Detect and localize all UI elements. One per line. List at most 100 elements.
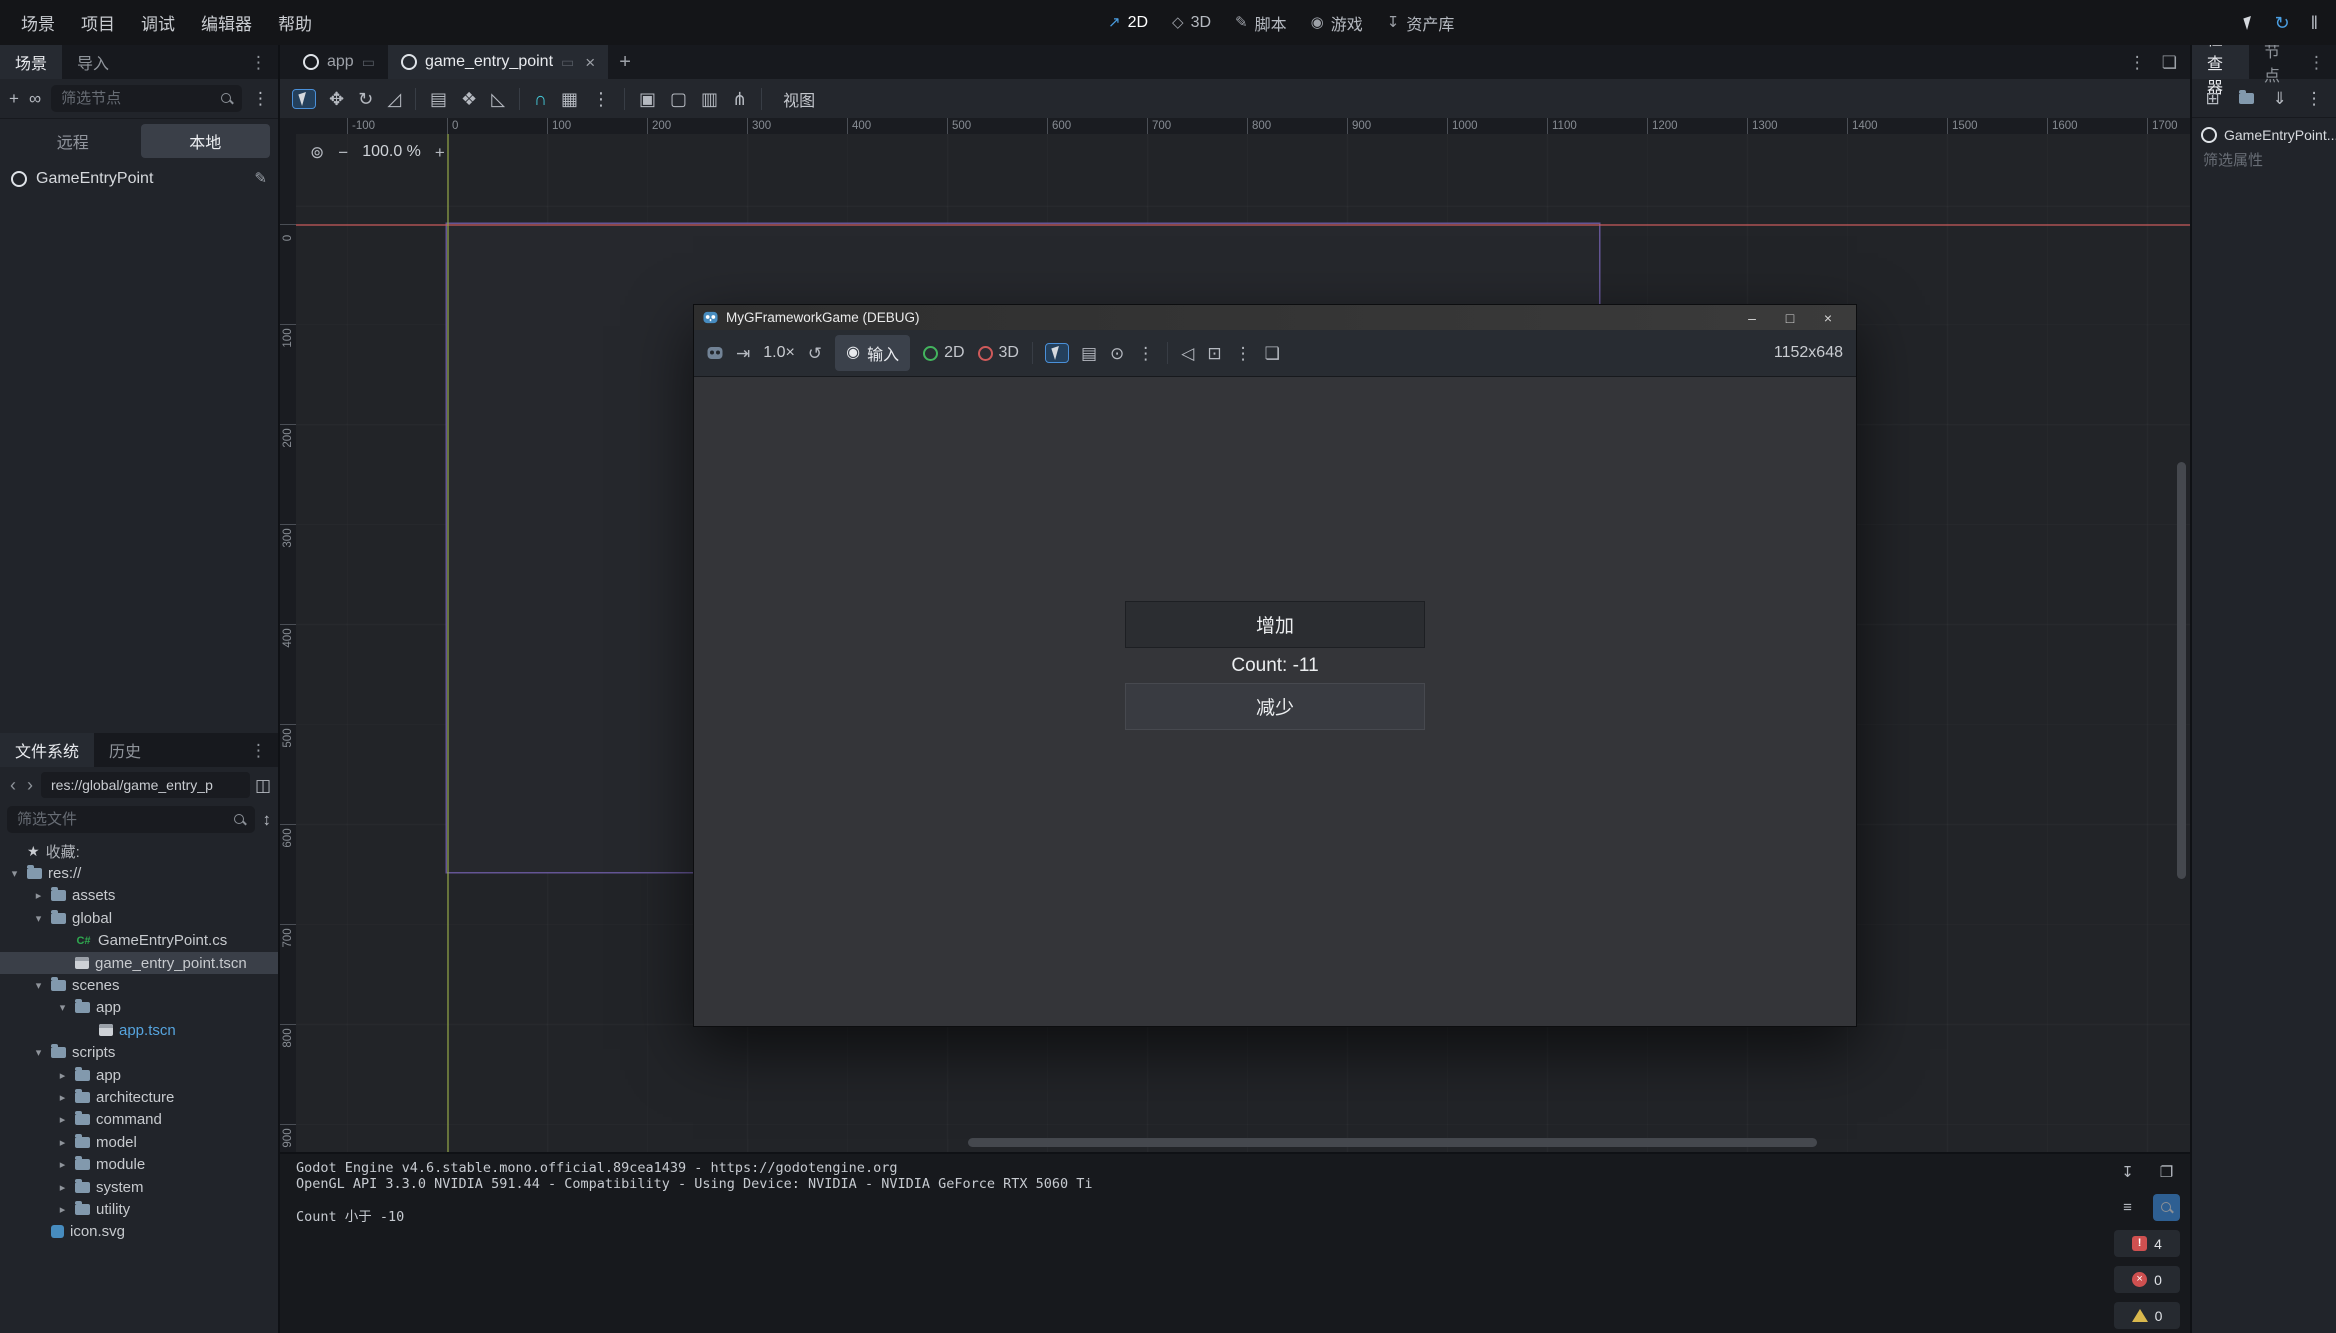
- error-count-badge[interactable]: ×0: [2114, 1266, 2180, 1293]
- scene-tree-options-icon[interactable]: ⋮: [252, 90, 269, 107]
- tree-expand-icon[interactable]: ▸: [32, 889, 45, 902]
- tab-scene[interactable]: 场景: [0, 45, 62, 79]
- menubar-item[interactable]: 帮助: [265, 4, 325, 41]
- file-tree-item[interactable]: icon.svg: [0, 1221, 278, 1243]
- camera-override-icon[interactable]: ⊡: [1207, 345, 1221, 362]
- search-messages-icon[interactable]: [2153, 1194, 2180, 1221]
- skeleton-options-icon[interactable]: ⋔: [732, 90, 747, 108]
- restart-game-icon[interactable]: ↻: [2274, 14, 2289, 32]
- load-resource-icon[interactable]: [2239, 93, 2254, 104]
- tree-expand-icon[interactable]: ▸: [56, 1091, 69, 1104]
- tree-expand-icon[interactable]: ▸: [56, 1203, 69, 1216]
- filter-nodes-input[interactable]: [59, 89, 214, 108]
- debug-2d-toggle[interactable]: 2D: [923, 344, 964, 362]
- tree-expand-icon[interactable]: ▸: [56, 1113, 69, 1126]
- tree-collapse-icon[interactable]: ▾: [56, 1001, 69, 1014]
- close-tab-icon[interactable]: ×: [585, 54, 595, 71]
- decrease-button[interactable]: 减少: [1125, 683, 1425, 730]
- menubar-item[interactable]: 场景: [8, 4, 68, 41]
- tree-expand-icon[interactable]: ▸: [56, 1136, 69, 1149]
- move-tool-icon[interactable]: ✥: [329, 90, 344, 108]
- file-tree-item[interactable]: ▾scripts: [0, 1042, 278, 1064]
- filter-files-input[interactable]: [15, 810, 227, 829]
- increase-button[interactable]: 增加: [1125, 601, 1425, 648]
- add-node-icon[interactable]: +: [9, 90, 19, 107]
- scene-tab-app[interactable]: app ▭: [290, 45, 388, 79]
- menubar-item[interactable]: 调试: [128, 4, 188, 41]
- file-tree-item[interactable]: ▾res://: [0, 862, 278, 884]
- scene-tree-root-node[interactable]: GameEntryPoint ✎: [0, 163, 278, 194]
- inspector-options-icon[interactable]: ⋮: [2306, 90, 2323, 107]
- inspector-dock-menu-icon[interactable]: ⋮: [2297, 45, 2336, 79]
- pick-node-icon[interactable]: [1046, 344, 1068, 362]
- unlock-node-icon[interactable]: ▢: [670, 90, 687, 108]
- select-tool-icon[interactable]: [293, 90, 315, 108]
- game-window-titlebar[interactable]: MyGFrameworkGame (DEBUG) – □ ×: [694, 305, 1856, 330]
- zoom-out-icon[interactable]: −: [338, 144, 348, 161]
- menubar-item[interactable]: 编辑器: [188, 4, 265, 41]
- suspend-select-icon[interactable]: [2244, 16, 2255, 30]
- tab-inspector[interactable]: 检查器: [2192, 45, 2249, 79]
- tab-history[interactable]: 历史: [94, 733, 156, 767]
- center-view-icon[interactable]: ⊚: [310, 144, 324, 161]
- sort-files-icon[interactable]: ↕: [263, 811, 272, 828]
- more-options-icon[interactable]: ⋮: [1235, 345, 1252, 362]
- time-scale-label[interactable]: 1.0×: [763, 344, 795, 362]
- menubar-item[interactable]: 项目: [68, 4, 128, 41]
- file-tree-item[interactable]: ▸utility: [0, 1198, 278, 1220]
- remote-button[interactable]: 远程: [8, 124, 138, 158]
- file-tree-item[interactable]: ▸system: [0, 1176, 278, 1198]
- lock-node-icon[interactable]: ▣: [639, 90, 656, 108]
- instantiate-scene-icon[interactable]: ∞: [29, 90, 41, 107]
- history-back-icon[interactable]: ‹: [7, 776, 19, 794]
- minimize-button[interactable]: –: [1733, 310, 1771, 326]
- list-select-tool-icon[interactable]: ▤: [430, 90, 447, 108]
- tree-collapse-icon[interactable]: ▾: [32, 912, 45, 925]
- pause-game-icon[interactable]: ‖: [2311, 14, 2318, 32]
- local-button[interactable]: 本地: [141, 124, 271, 158]
- filter-properties-input[interactable]: [2201, 151, 2327, 170]
- filesystem-dock-menu-icon[interactable]: ⋮: [239, 733, 278, 767]
- scroll-to-end-icon[interactable]: ↧: [2114, 1159, 2141, 1186]
- file-tree-item[interactable]: ▸command: [0, 1109, 278, 1131]
- open-script-icon[interactable]: ✎: [254, 171, 267, 186]
- tree-expand-icon[interactable]: ▸: [56, 1069, 69, 1082]
- file-tree-item[interactable]: ▸app: [0, 1064, 278, 1086]
- scale-tool-icon[interactable]: ◿: [387, 90, 401, 108]
- file-tree-item[interactable]: ▾scenes: [0, 974, 278, 996]
- view-menu-button[interactable]: 视图: [776, 83, 822, 115]
- workspace-资产库[interactable]: ↧资产库: [1379, 6, 1463, 40]
- snap-options-icon[interactable]: ⋮: [592, 90, 610, 108]
- tab-filesystem[interactable]: 文件系统: [0, 733, 94, 767]
- close-button[interactable]: ×: [1809, 310, 1847, 326]
- filter-messages-icon[interactable]: ≡: [2114, 1194, 2141, 1221]
- new-scene-tab-icon[interactable]: +: [608, 45, 642, 79]
- scene-tab-game-entry-point[interactable]: game_entry_point ▭ ×: [388, 45, 608, 79]
- reset-speed-icon[interactable]: ↺: [808, 345, 822, 362]
- smart-snap-icon[interactable]: ∩: [534, 90, 547, 108]
- expand-viewport-icon[interactable]: ❏: [2162, 54, 2177, 71]
- maximize-button[interactable]: □: [1771, 310, 1809, 326]
- grid-snap-icon[interactable]: ▦: [561, 90, 578, 108]
- history-forward-icon[interactable]: ›: [24, 776, 36, 794]
- save-resource-icon[interactable]: ⇓: [2272, 90, 2286, 107]
- file-tree-item[interactable]: ▸model: [0, 1131, 278, 1153]
- debug-count-badge[interactable]: !4: [2114, 1230, 2180, 1257]
- tree-collapse-icon[interactable]: ▾: [32, 979, 45, 992]
- new-resource-icon[interactable]: ⊞: [2205, 90, 2219, 107]
- group-node-icon[interactable]: ▥: [701, 90, 718, 108]
- file-tree-item[interactable]: ▸architecture: [0, 1086, 278, 1108]
- workspace-3d[interactable]: ◇3D: [1164, 9, 1219, 37]
- input-mode-button[interactable]: ◉ 输入: [835, 335, 910, 371]
- embed-fullscreen-icon[interactable]: ❏: [1265, 345, 1280, 362]
- next-frame-icon[interactable]: ⇥: [736, 345, 750, 362]
- tree-expand-icon[interactable]: ▸: [56, 1181, 69, 1194]
- file-tree-item[interactable]: game_entry_point.tscn: [0, 952, 278, 974]
- tab-import[interactable]: 导入: [62, 45, 124, 79]
- debug-3d-toggle[interactable]: 3D: [978, 344, 1019, 362]
- select-list-icon[interactable]: ▤: [1081, 345, 1097, 362]
- workspace-2d[interactable]: ↗2D: [1100, 9, 1156, 37]
- tree-expand-icon[interactable]: ▸: [56, 1158, 69, 1171]
- file-tree-item[interactable]: ▸assets: [0, 885, 278, 907]
- workspace-游戏[interactable]: ◉游戏: [1303, 6, 1371, 40]
